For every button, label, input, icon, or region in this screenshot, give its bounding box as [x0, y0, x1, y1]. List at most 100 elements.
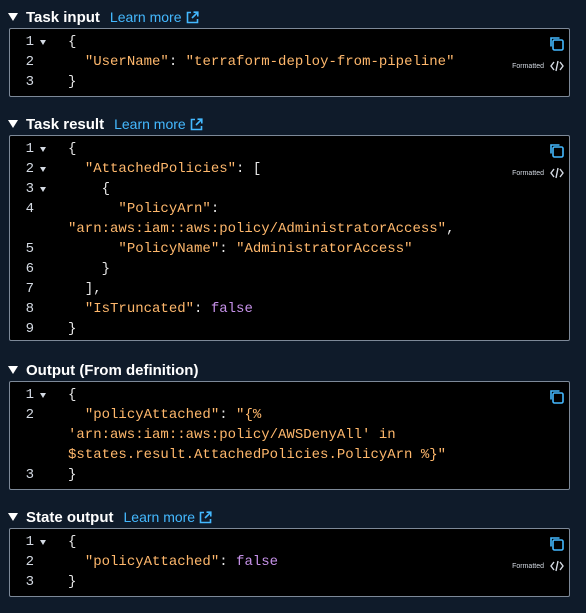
code-line: 'arn:aws:iam::aws:policy/AWSDenyAll' in: [10, 425, 569, 445]
json-boolean: false: [210, 301, 253, 317]
output-code-editor[interactable]: 1{2 "policyAttached": "{%'arn:aws:iam::a…: [9, 381, 570, 490]
code-line: "arn:aws:iam::aws:policy/AdministratorAc…: [10, 219, 569, 239]
state-output-header[interactable]: State output Learn more: [0, 506, 212, 528]
code-text: "policyAttached": false: [68, 552, 278, 572]
section-title: Task input: [26, 8, 100, 26]
fold-arrow-icon[interactable]: [40, 540, 46, 545]
code-text: {: [68, 532, 76, 552]
code-line: 8 "IsTruncated": false: [10, 299, 569, 319]
learn-more-link[interactable]: Learn more: [114, 116, 203, 132]
code-text: }: [68, 72, 76, 92]
json-punctuation: :: [168, 54, 186, 70]
code-line: 1{: [10, 139, 569, 159]
section-title: Output (From definition): [26, 361, 199, 379]
code-line: 6 }: [10, 259, 569, 279]
code-line: 2 "policyAttached": "{%: [10, 405, 569, 425]
copy-icon[interactable]: [548, 35, 565, 52]
task-result-code-editor[interactable]: 1{2 "AttachedPolicies": [3 {4 "PolicyArn…: [9, 135, 570, 341]
code-icon: [550, 167, 564, 179]
task-result-header[interactable]: Task result Learn more: [0, 113, 203, 135]
json-punctuation: ,: [446, 221, 455, 237]
external-link-icon: [190, 117, 203, 130]
json-string: "AdministratorAccess": [236, 241, 413, 257]
line-number: 5: [25, 241, 34, 257]
formatted-toggle[interactable]: Formatted: [512, 60, 564, 72]
line-number: 1: [25, 387, 34, 403]
code-line: 1{: [10, 385, 569, 405]
json-punctuation: :: [210, 201, 220, 217]
code-line: 3}: [10, 72, 569, 92]
learn-more-label: Learn more: [123, 509, 196, 525]
json-punctuation: {: [101, 181, 111, 197]
code-line: 2 "AttachedPolicies": [: [10, 159, 569, 179]
code-line: 3}: [10, 465, 569, 485]
collapse-caret-icon[interactable]: [8, 120, 18, 128]
code-icon: [550, 60, 564, 72]
line-number: 1: [25, 141, 34, 157]
code-text: "IsTruncated": false: [68, 299, 253, 319]
line-number: 9: [25, 321, 34, 337]
line-number: 3: [25, 74, 34, 90]
code-icon: [550, 560, 564, 572]
line-number: 6: [25, 261, 34, 277]
code-line: 2 "UserName": "terraform-deploy-from-pip…: [10, 52, 569, 72]
fold-arrow-icon[interactable]: [40, 40, 46, 45]
code-line: 1{: [10, 532, 569, 552]
json-punctuation: ],: [84, 281, 102, 297]
json-punctuation: :: [219, 407, 237, 423]
copy-icon[interactable]: [548, 142, 565, 159]
json-key: "PolicyArn": [118, 201, 211, 217]
copy-icon[interactable]: [548, 535, 565, 552]
line-number: 8: [25, 301, 34, 317]
fold-arrow-icon[interactable]: [40, 393, 46, 398]
json-punctuation: : [: [236, 161, 262, 177]
json-key: "policyAttached": [84, 554, 220, 570]
learn-more-label: Learn more: [109, 9, 182, 25]
copy-icon[interactable]: [548, 388, 565, 405]
fold-arrow-icon[interactable]: [40, 167, 46, 172]
task-input-header[interactable]: Task input Learn more: [0, 6, 199, 28]
json-punctuation: }: [101, 261, 111, 277]
code-text: 'arn:aws:iam::aws:policy/AWSDenyAll' in: [68, 425, 396, 445]
fold-arrow-icon[interactable]: [40, 147, 46, 152]
line-number: 2: [25, 554, 34, 570]
code-text: {: [68, 179, 110, 199]
code-text: }: [68, 572, 76, 592]
code-text: "AttachedPolicies": [: [68, 159, 261, 179]
learn-more-link[interactable]: Learn more: [124, 509, 213, 525]
code-text: "policyAttached": "{%: [68, 405, 261, 425]
output-header[interactable]: Output (From definition): [0, 359, 198, 381]
formatted-toggle[interactable]: Formatted: [512, 560, 564, 572]
task-input-code-editor[interactable]: 1{2 "UserName": "terraform-deploy-from-p…: [9, 28, 570, 97]
fold-arrow-icon[interactable]: [40, 187, 46, 192]
section-title: State output: [26, 508, 114, 526]
json-key: "PolicyName": [118, 241, 220, 257]
collapse-caret-icon[interactable]: [8, 366, 18, 374]
line-number: 1: [25, 34, 34, 50]
code-line: 7 ],: [10, 279, 569, 299]
json-punctuation: }: [68, 467, 77, 483]
code-text: {: [68, 139, 76, 159]
line-number: 3: [25, 467, 34, 483]
formatted-toggle[interactable]: Formatted: [512, 167, 564, 179]
code-text: }: [68, 319, 76, 339]
collapse-caret-icon[interactable]: [8, 13, 18, 21]
state-output-code-editor[interactable]: 1{2 "policyAttached": false 3} Formatted: [9, 528, 570, 597]
json-key: "UserName": [84, 54, 169, 70]
line-number: 1: [25, 534, 34, 550]
external-link-icon: [186, 10, 199, 23]
line-number: 2: [25, 54, 34, 70]
line-number: 3: [25, 181, 34, 197]
code-line: 4 "PolicyArn":: [10, 199, 569, 219]
json-punctuation: }: [68, 321, 77, 337]
json-punctuation: {: [68, 387, 77, 403]
learn-more-link[interactable]: Learn more: [110, 9, 199, 25]
collapse-caret-icon[interactable]: [8, 513, 18, 521]
code-text: $states.result.AttachedPolicies.PolicyAr…: [68, 445, 446, 465]
external-link-icon: [199, 510, 212, 523]
code-text: ],: [68, 279, 102, 299]
learn-more-label: Learn more: [114, 116, 186, 132]
section-title: Task result: [26, 115, 105, 133]
json-punctuation: }: [68, 74, 77, 90]
formatted-label: Formatted: [512, 562, 544, 570]
